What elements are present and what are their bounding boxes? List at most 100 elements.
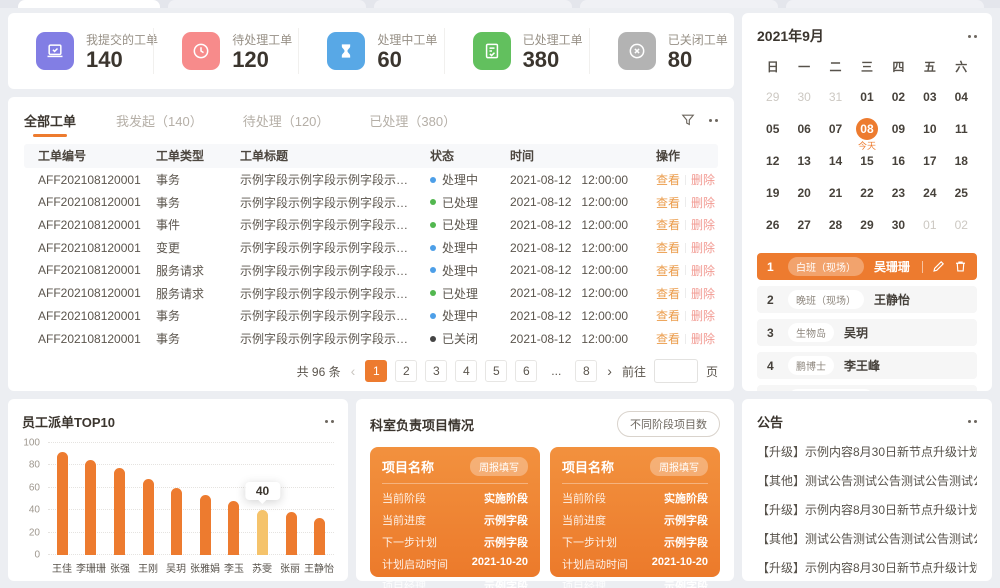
browser-tab-active[interactable] bbox=[18, 0, 160, 8]
calendar-day[interactable]: 07 今天 bbox=[820, 116, 851, 141]
bar-王静怡[interactable] bbox=[314, 518, 325, 555]
calendar-day[interactable]: 31 今天 bbox=[820, 84, 851, 109]
delete-link[interactable]: 删除 bbox=[691, 194, 715, 211]
bar-王刚[interactable] bbox=[143, 479, 154, 555]
calendar-day[interactable]: 01 今天 bbox=[914, 212, 945, 237]
page-button[interactable]: ... bbox=[545, 360, 567, 382]
bar-张雅娟[interactable] bbox=[200, 495, 211, 555]
page-button[interactable]: 5 bbox=[485, 360, 507, 382]
calendar-day[interactable]: 12 今天 bbox=[757, 148, 788, 173]
calendar-day[interactable]: 11 今天 bbox=[946, 116, 977, 141]
edit-icon[interactable] bbox=[932, 260, 945, 273]
table-row[interactable]: AFF202108120001 事务 示例字段示例字段示例字段示例字段示例字段 … bbox=[24, 191, 718, 214]
calendar-day[interactable]: 05 今天 bbox=[757, 116, 788, 141]
page-button[interactable]: 1 bbox=[365, 360, 387, 382]
calendar-day[interactable]: 29 今天 bbox=[757, 84, 788, 109]
more-icon[interactable] bbox=[709, 119, 718, 122]
calendar-day[interactable]: 10 今天 bbox=[914, 116, 945, 141]
chart-more-icon[interactable] bbox=[325, 420, 334, 423]
next-page-button[interactable]: › bbox=[605, 363, 614, 379]
workorders-tab[interactable]: 已处理（380） bbox=[369, 111, 456, 130]
weekly-report-tag[interactable]: 周报填写 bbox=[650, 457, 708, 476]
delete-link[interactable]: 删除 bbox=[691, 171, 715, 188]
bar-张强[interactable] bbox=[114, 468, 125, 555]
page-button[interactable]: 6 bbox=[515, 360, 537, 382]
project-card[interactable]: 项目名称 周报填写 当前阶段 实施阶段 当前进度 示例字段 下一步计划 bbox=[370, 447, 540, 577]
view-link[interactable]: 查看 bbox=[656, 239, 680, 256]
calendar-day[interactable]: 23 今天 bbox=[883, 180, 914, 205]
table-row[interactable]: AFF202108120001 服务请求 示例字段示例字段示例字段示例字段示例字… bbox=[24, 259, 718, 282]
weekly-report-tag[interactable]: 周报填写 bbox=[470, 457, 528, 476]
delete-link[interactable]: 删除 bbox=[691, 307, 715, 324]
calendar-more-icon[interactable] bbox=[968, 35, 977, 38]
calendar-day[interactable]: 21 今天 bbox=[820, 180, 851, 205]
table-row[interactable]: AFF202108120001 事件 示例字段示例字段示例字段示例字段示例字段 … bbox=[24, 214, 718, 237]
filter-icon[interactable] bbox=[681, 113, 695, 127]
bar-苏雯[interactable] bbox=[257, 510, 268, 555]
view-link[interactable]: 查看 bbox=[656, 330, 680, 347]
table-row[interactable]: AFF202108120001 服务请求 示例字段示例字段示例字段示例字段示例字… bbox=[24, 282, 718, 305]
announcement-item[interactable]: 【其他】测试公告测试公告测试公告测试公告测试公告 bbox=[757, 530, 977, 547]
browser-tab[interactable] bbox=[786, 0, 984, 8]
delete-icon[interactable] bbox=[954, 260, 967, 273]
view-link[interactable]: 查看 bbox=[656, 262, 680, 279]
project-card[interactable]: 项目名称 周报填写 当前阶段 实施阶段 当前进度 示例字段 下一步计划 bbox=[550, 447, 720, 577]
page-button[interactable]: 3 bbox=[425, 360, 447, 382]
view-link[interactable]: 查看 bbox=[656, 307, 680, 324]
bar-吴玥[interactable] bbox=[171, 488, 182, 555]
calendar-day[interactable]: 18 今天 bbox=[946, 148, 977, 173]
page-goto-input[interactable] bbox=[654, 359, 698, 383]
schedule-item[interactable]: 1 白班（现场） 吴珊珊 bbox=[757, 253, 977, 280]
bar-王佳[interactable] bbox=[57, 452, 68, 555]
table-row[interactable]: AFF202108120001 事务 示例字段示例字段示例字段示例字段示例字段 … bbox=[24, 305, 718, 328]
announcement-item[interactable]: 【升级】示例内容8月30日新节点升级计划通知 bbox=[757, 501, 977, 518]
calendar-day[interactable]: 30 今天 bbox=[788, 84, 819, 109]
calendar-day[interactable]: 26 今天 bbox=[757, 212, 788, 237]
delete-link[interactable]: 删除 bbox=[691, 330, 715, 347]
announcements-more-icon[interactable] bbox=[968, 420, 977, 423]
calendar-day[interactable]: 09 今天 bbox=[883, 116, 914, 141]
calendar-day[interactable]: 30 今天 bbox=[883, 212, 914, 237]
view-link[interactable]: 查看 bbox=[656, 171, 680, 188]
table-row[interactable]: AFF202108120001 事务 示例字段示例字段示例字段示例字段示例字段 … bbox=[24, 327, 718, 350]
bar-张丽[interactable] bbox=[286, 512, 297, 555]
calendar-day[interactable]: 20 今天 bbox=[788, 180, 819, 205]
announcement-item[interactable]: 【升级】示例内容8月30日新节点升级计划通知 bbox=[757, 559, 977, 576]
schedule-item[interactable]: 2 晚班（现场） 王静怡 bbox=[757, 286, 977, 313]
announcement-item[interactable]: 【其他】测试公告测试公告测试公告测试公告测试公告 bbox=[757, 472, 977, 489]
bar-李玉[interactable] bbox=[228, 501, 239, 555]
stage-count-button[interactable]: 不同阶段项目数 bbox=[617, 411, 720, 437]
page-button[interactable]: 2 bbox=[395, 360, 417, 382]
calendar-day[interactable]: 02 今天 bbox=[883, 84, 914, 109]
calendar-day[interactable]: 24 今天 bbox=[914, 180, 945, 205]
table-row[interactable]: AFF202108120001 变更 示例字段示例字段示例字段示例字段示例字段 … bbox=[24, 236, 718, 259]
view-link[interactable]: 查看 bbox=[656, 194, 680, 211]
calendar-day[interactable]: 22 今天 bbox=[851, 180, 882, 205]
view-link[interactable]: 查看 bbox=[656, 285, 680, 302]
calendar-day[interactable]: 29 今天 bbox=[851, 212, 882, 237]
view-link[interactable]: 查看 bbox=[656, 216, 680, 233]
calendar-day[interactable]: 19 今天 bbox=[757, 180, 788, 205]
workorders-tab[interactable]: 全部工单 bbox=[24, 111, 76, 130]
prev-page-button[interactable]: ‹ bbox=[349, 363, 358, 379]
schedule-item[interactable]: 5 白班（非现场） 张强 bbox=[757, 385, 977, 391]
calendar-day[interactable]: 04 今天 bbox=[946, 84, 977, 109]
schedule-item[interactable]: 3 生物岛 吴玥 bbox=[757, 319, 977, 346]
delete-link[interactable]: 删除 bbox=[691, 262, 715, 279]
browser-tab[interactable] bbox=[374, 0, 572, 8]
browser-tab[interactable] bbox=[168, 0, 366, 8]
calendar-day[interactable]: 25 今天 bbox=[946, 180, 977, 205]
delete-link[interactable]: 删除 bbox=[691, 216, 715, 233]
calendar-day[interactable]: 13 今天 bbox=[788, 148, 819, 173]
calendar-day[interactable]: 06 今天 bbox=[788, 116, 819, 141]
delete-link[interactable]: 删除 bbox=[691, 285, 715, 302]
browser-tab[interactable] bbox=[580, 0, 778, 8]
calendar-day[interactable]: 15 今天 bbox=[851, 148, 882, 173]
calendar-day[interactable]: 08 今天 bbox=[851, 116, 882, 141]
workorders-tab[interactable]: 我发起（140） bbox=[116, 111, 203, 130]
calendar-day[interactable]: 03 今天 bbox=[914, 84, 945, 109]
calendar-day[interactable]: 16 今天 bbox=[883, 148, 914, 173]
bar-李珊珊[interactable] bbox=[85, 460, 96, 555]
page-button[interactable]: 8 bbox=[575, 360, 597, 382]
calendar-day[interactable]: 14 今天 bbox=[820, 148, 851, 173]
